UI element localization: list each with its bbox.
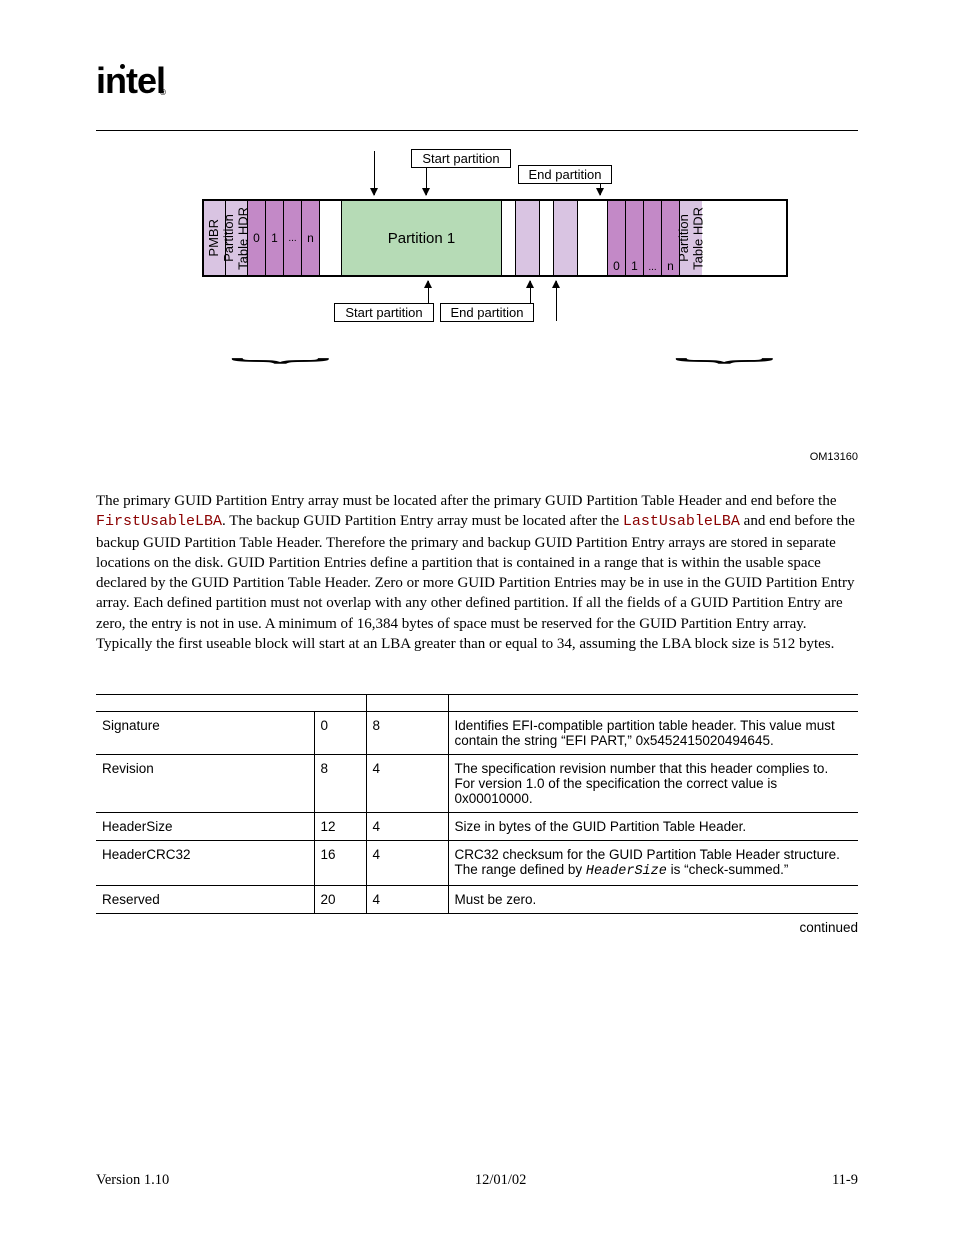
gap-3 [540,201,554,275]
th-desc [448,695,858,712]
gpt-diagram: Start partition End partition PMBR Parti… [96,135,858,475]
gap-4 [578,201,608,275]
backup-entry-0: 0 [608,201,626,275]
th-length [366,695,448,712]
table-row: Reserved204Must be zero. [96,886,858,914]
body-paragraph: The primary GUID Partition Entry array m… [96,491,858,654]
partition-other-1 [516,201,540,275]
pmbr-block: PMBR [207,219,221,257]
end-partition-top-label: End partition [518,165,612,184]
entry-dots: ... [284,201,302,275]
partition-table-hdr-primary: Partition Table HDR [222,207,251,270]
partition-table-hdr-backup: Partition Table HDR [677,207,706,270]
page-footer: Version 1.10 12/01/02 11-9 [96,1172,858,1189]
start-partition-bottom-label: Start partition [334,303,434,322]
intel-logo: intel ® [96,60,165,102]
gap-1 [320,201,342,275]
table-row: HeaderCRC32164CRC32 checksum for the GUI… [96,841,858,886]
footer-page: 11-9 [832,1172,858,1189]
partition-other-2 [554,201,578,275]
brace-left: ⏟ [230,335,331,363]
gap-2 [502,201,516,275]
table-row: Revision84The specification revision num… [96,755,858,813]
footer-version: Version 1.10 [96,1172,169,1189]
end-partition-bottom-label: End partition [440,303,534,322]
th-offset [314,695,366,712]
top-rule [96,130,858,131]
entry-0: 0 [248,201,266,275]
entry-1: 1 [266,201,284,275]
backup-entry-dots: ... [644,201,662,275]
code-firstusablelba: FirstUsableLBA [96,513,222,530]
backup-entry-1: 1 [626,201,644,275]
th-mnemonic [96,695,314,712]
code-lastusablelba: LastUsableLBA [623,513,740,530]
table-row: HeaderSize124Size in bytes of the GUID P… [96,813,858,841]
figure-id: OM13160 [810,451,858,463]
continued-label: continued [96,920,858,935]
table-row: Signature08Identifies EFI-compatible par… [96,712,858,755]
partition-1: Partition 1 [342,201,502,275]
gpt-header-table: Signature08Identifies EFI-compatible par… [96,695,858,914]
footer-date: 12/01/02 [475,1172,527,1189]
entry-n: n [302,201,320,275]
brace-right: ⏟ [674,335,775,363]
start-partition-top-label: Start partition [411,149,511,168]
